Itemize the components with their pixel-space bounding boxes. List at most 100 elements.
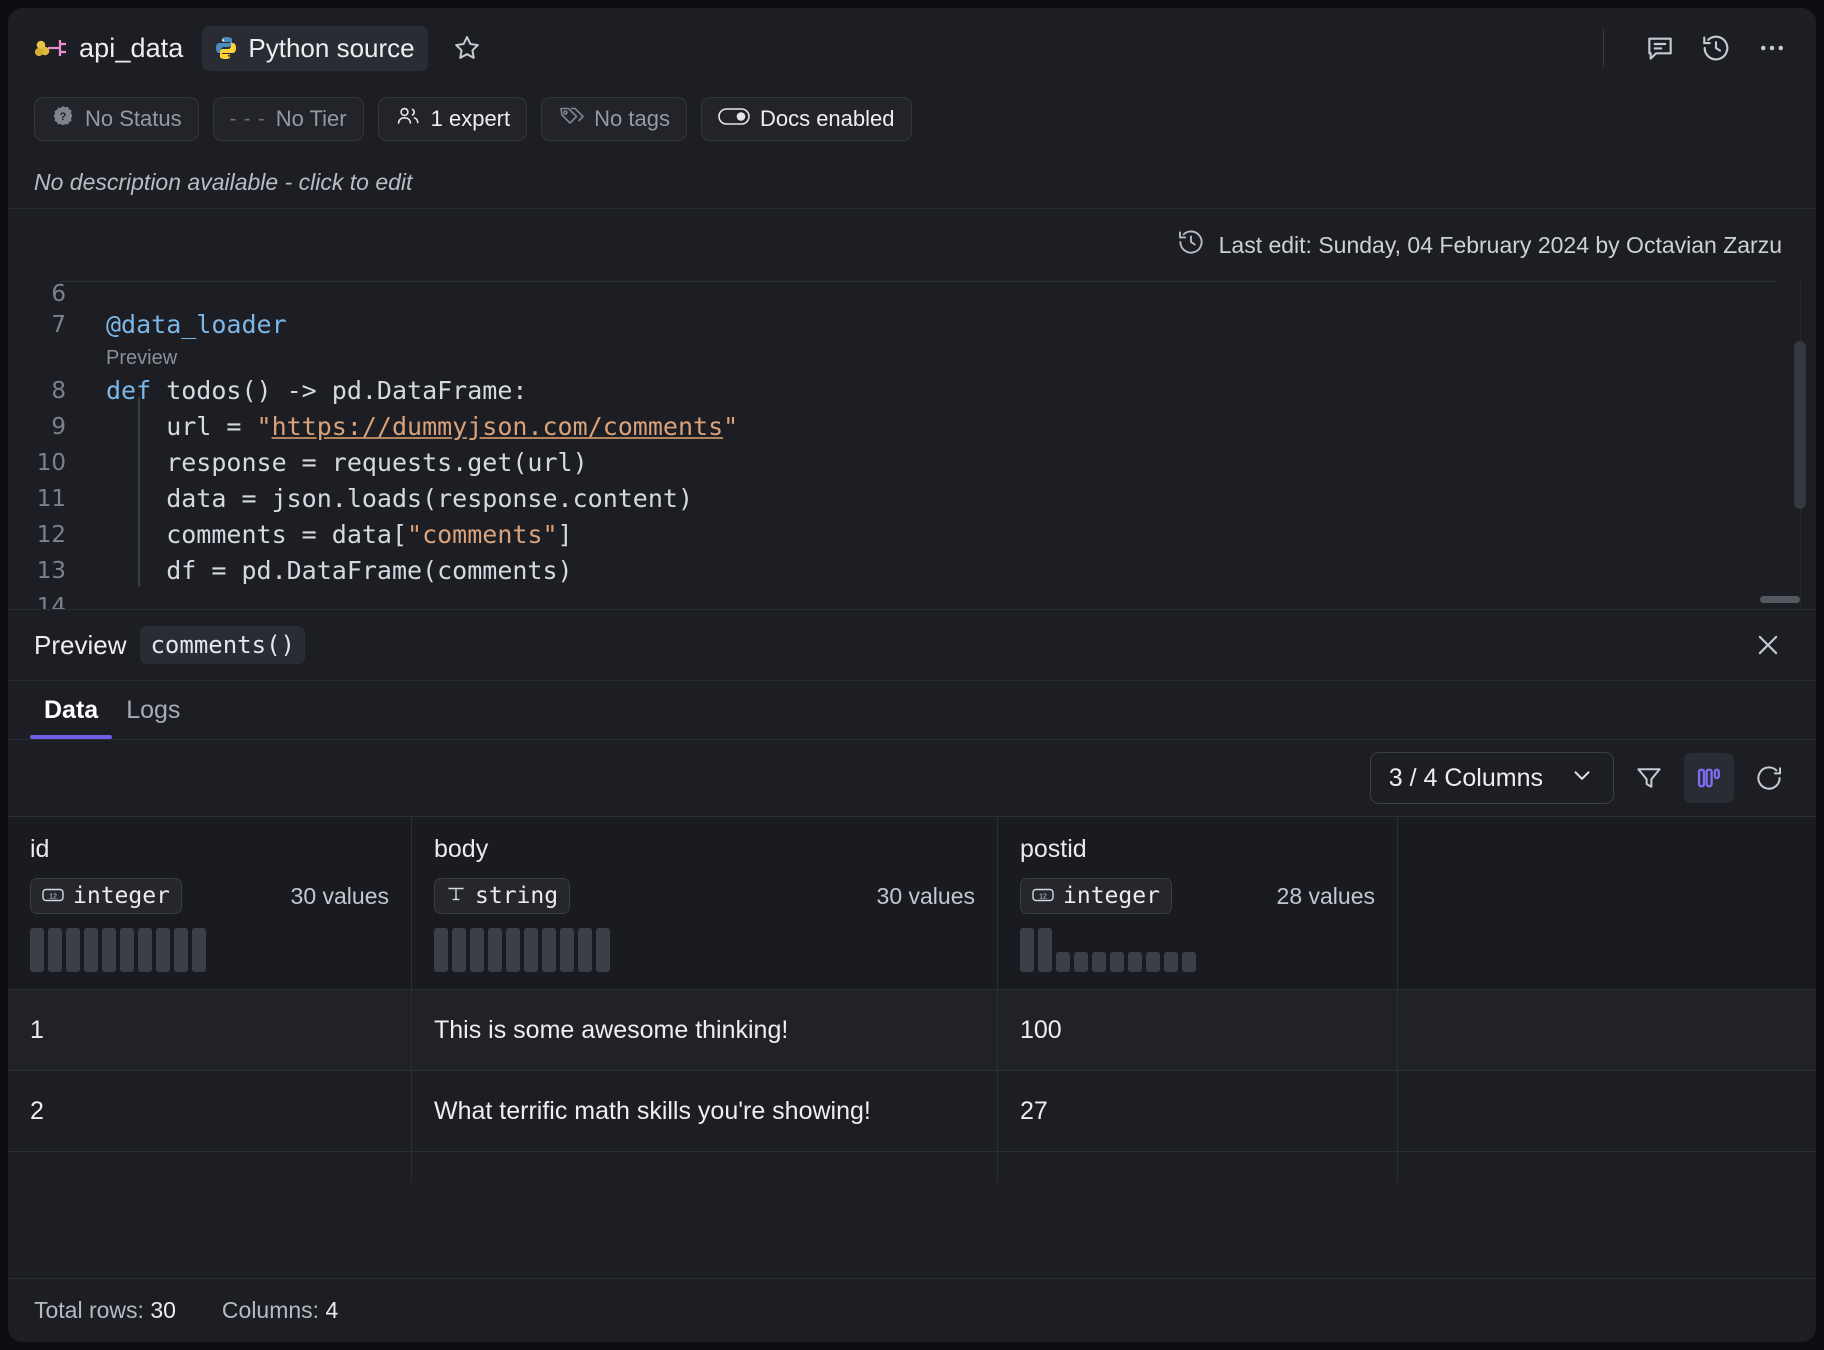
histogram-bar (506, 928, 520, 972)
histogram-bar (470, 928, 484, 972)
code-line: 13 df = pd.DataFrame(comments) (8, 553, 1816, 589)
experts-pill-label: 1 expert (430, 106, 511, 131)
columns-selector-label: 3 / 4 Columns (1388, 763, 1543, 792)
cell-empty (1398, 990, 1816, 1070)
column-meta: 12 integer 28 values (1020, 878, 1375, 914)
table-header-row: id 12 integer 30 values body string 30 v… (8, 816, 1816, 989)
filler-cell (1398, 1152, 1816, 1182)
column-type-chip: string (434, 878, 571, 914)
block-editor-window: api_data Python source ? No Status - - -… (8, 8, 1816, 1342)
column-name: body (434, 835, 489, 863)
code-line: 14 (8, 589, 1816, 609)
code-line: 10 response = requests.get(url) (8, 445, 1816, 481)
tags-pill[interactable]: No tags (541, 97, 687, 141)
line-content: df = pd.DataFrame(comments) (106, 556, 573, 585)
tab-logs[interactable]: Logs (112, 681, 194, 739)
code-editor[interactable]: 6 7 @data_loader Preview 8 def todos() -… (8, 281, 1816, 609)
history-small-icon (1176, 227, 1206, 263)
column-histogram (30, 928, 389, 972)
svg-text:12: 12 (49, 893, 57, 900)
preview-header: Preview comments() (8, 610, 1816, 680)
line-content: data = json.loads(response.content) (106, 484, 693, 513)
histogram-bar (452, 928, 466, 972)
status-pill[interactable]: ? No Status (34, 97, 199, 141)
code-line: 6 (8, 281, 1816, 307)
status-pill-label: No Status (85, 106, 182, 131)
docs-pill[interactable]: Docs enabled (700, 97, 912, 141)
dashes-icon: - - - (229, 107, 266, 130)
histogram-bar (120, 928, 134, 972)
cell-id: 1 (8, 990, 412, 1070)
code-line: 9 url = "https://dummyjson.com/comments" (8, 409, 1816, 445)
metadata-pill-row: ? No Status - - - No Tier 1 expert No ta… (8, 88, 1816, 150)
histogram-bar (1092, 951, 1106, 972)
line-content: response = requests.get(url) (106, 448, 588, 477)
cell-postid: 27 (998, 1071, 1398, 1151)
column-header-empty (1398, 817, 1816, 989)
histogram-bar (560, 928, 574, 972)
total-rows: Total rows: 30 (34, 1297, 176, 1324)
cell-empty (1398, 1071, 1816, 1151)
ellipsis-icon[interactable] (1750, 26, 1794, 70)
close-icon[interactable] (1746, 623, 1790, 667)
header-divider (1603, 29, 1604, 67)
column-name: id (30, 835, 50, 863)
column-value-count: 30 values (290, 882, 389, 909)
histogram-bar (596, 928, 610, 972)
history-icon[interactable] (1694, 26, 1738, 70)
column-value-count: 28 values (1276, 882, 1375, 909)
grid-toolbar: 3 / 4 Columns (8, 740, 1816, 816)
preview-function-name: comments() (140, 626, 305, 664)
column-header-body[interactable]: body string 30 values (412, 817, 998, 989)
svg-text:12: 12 (1039, 893, 1047, 900)
line-number: 10 (36, 450, 66, 476)
docs-pill-label: Docs enabled (759, 106, 895, 131)
experts-pill[interactable]: 1 expert (377, 97, 528, 141)
line-number: 8 (51, 378, 66, 404)
refresh-icon[interactable] (1744, 753, 1794, 803)
column-meta: string 30 values (434, 878, 975, 914)
table-filler-row (8, 1151, 1816, 1182)
preview-title: Preview (34, 629, 127, 660)
cell-postid: 100 (998, 990, 1398, 1070)
histogram-bar (1146, 951, 1160, 972)
line-content: comments = data["comments"] (106, 520, 573, 549)
preview-tabs: Data Logs (8, 681, 1816, 739)
column-histogram (434, 928, 975, 972)
preview-annotation: Preview (106, 347, 178, 369)
line-content: @data_loader (106, 310, 287, 339)
star-icon[interactable] (448, 29, 486, 67)
histogram-bar (192, 928, 206, 972)
histogram-bar (1164, 951, 1178, 972)
column-type-label: integer (73, 883, 170, 909)
tier-pill[interactable]: - - - No Tier (212, 97, 364, 141)
python-icon (213, 35, 239, 61)
filler-cell (8, 1152, 412, 1182)
number-icon: 12 (42, 883, 64, 909)
line-content: def todos() -> pd.DataFrame: (106, 376, 528, 405)
description-placeholder[interactable]: No description available - click to edit (8, 150, 1816, 208)
histogram-bar (434, 928, 448, 972)
table-status-bar: Total rows: 30 Columns: 4 (8, 1278, 1816, 1342)
column-histogram (1020, 928, 1375, 972)
histogram-bar (1182, 951, 1196, 972)
columns-icon[interactable] (1684, 753, 1734, 803)
line-number: 12 (36, 522, 66, 548)
histogram-bar (1074, 951, 1088, 972)
histogram-bar (102, 928, 116, 972)
columns-selector[interactable]: 3 / 4 Columns (1369, 752, 1614, 804)
column-header-id[interactable]: id 12 integer 30 values (8, 817, 412, 989)
filter-icon[interactable] (1624, 753, 1674, 803)
text-icon (446, 883, 466, 909)
histogram-bar (138, 928, 152, 972)
comment-icon[interactable] (1638, 26, 1682, 70)
histogram-bar (1038, 928, 1052, 972)
histogram-bar (1056, 951, 1070, 972)
tab-data[interactable]: Data (30, 681, 113, 739)
histogram-bar (1020, 928, 1034, 972)
block-title[interactable]: api_data (34, 33, 183, 64)
language-chip[interactable]: Python source (202, 25, 428, 71)
table-row[interactable]: 2 What terrific math skills you're showi… (8, 1070, 1816, 1151)
column-header-postid[interactable]: postid 12 integer 28 values (998, 817, 1398, 989)
table-row[interactable]: 1 This is some awesome thinking! 100 (8, 989, 1816, 1070)
